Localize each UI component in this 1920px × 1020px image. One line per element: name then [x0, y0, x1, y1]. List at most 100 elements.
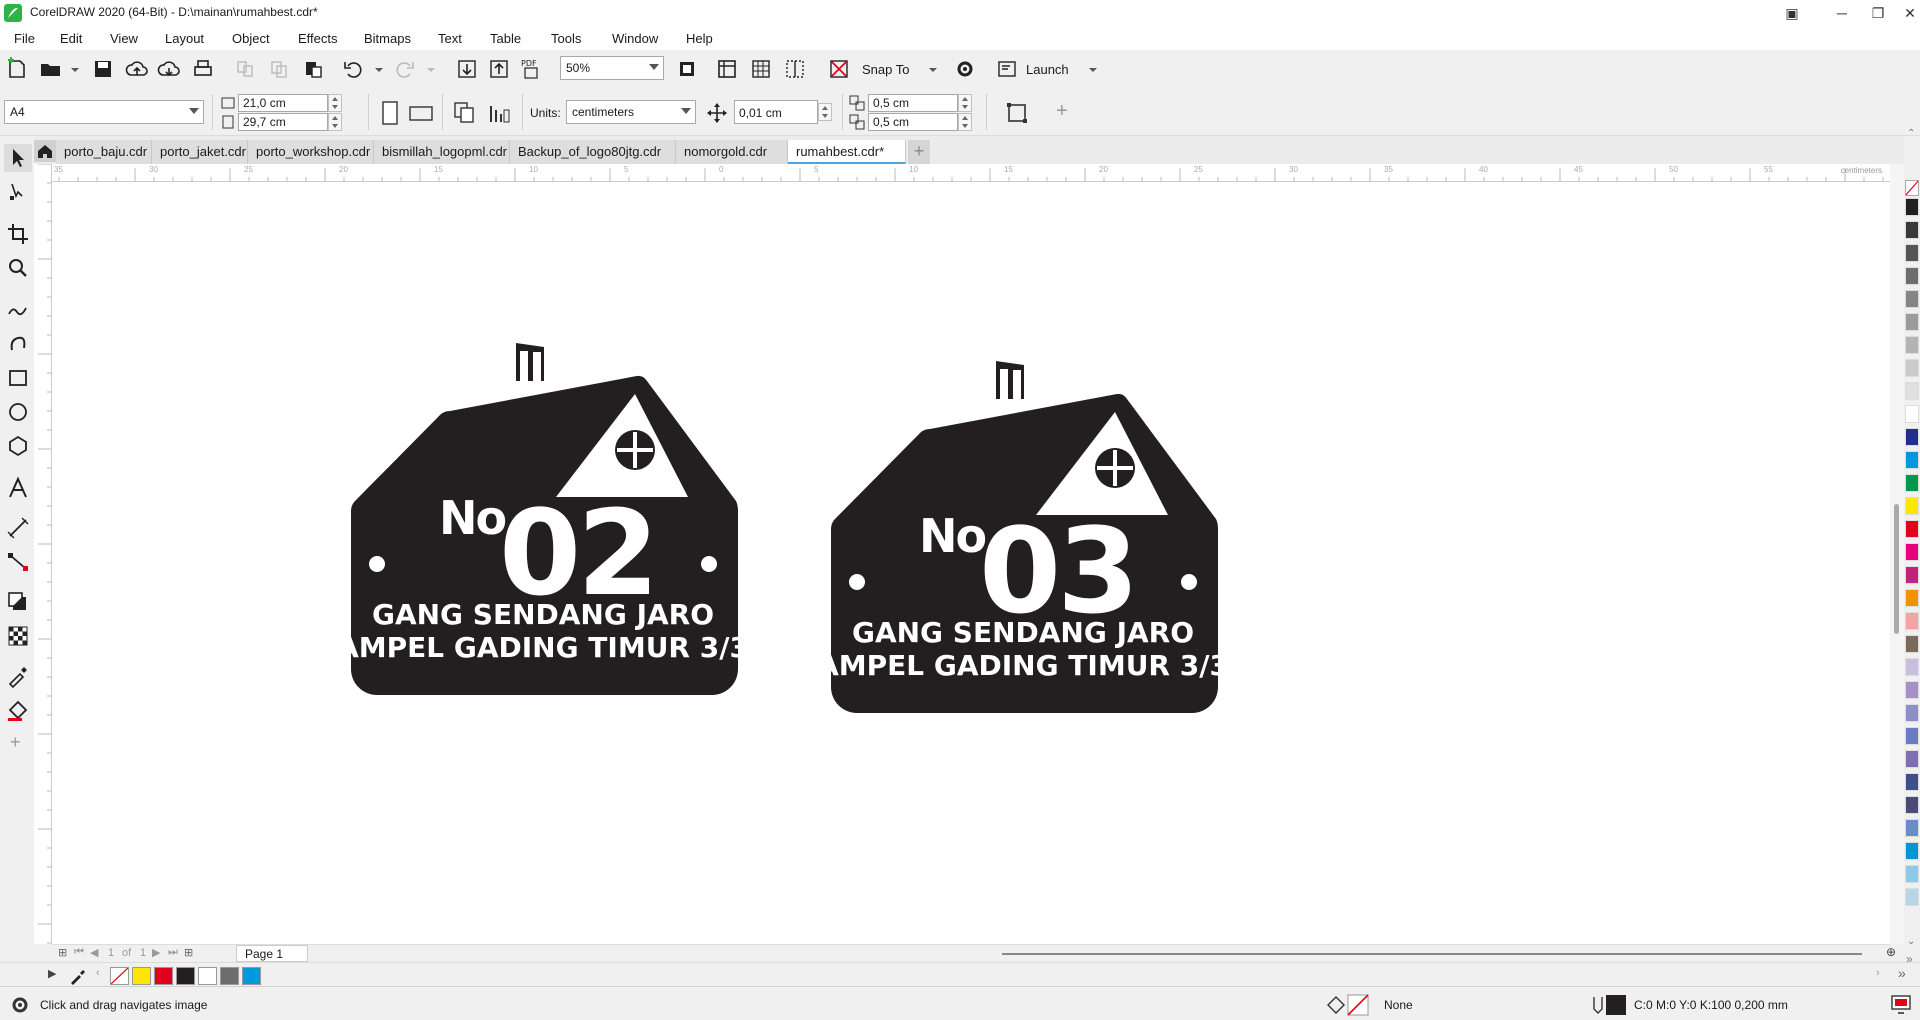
- close-button[interactable]: ✕: [1898, 3, 1920, 23]
- snap-off-icon[interactable]: [826, 56, 852, 82]
- outline-indicator-icon[interactable]: [1588, 993, 1628, 1017]
- text-tool-icon[interactable]: [4, 474, 32, 502]
- next-page-icon[interactable]: ▶: [152, 946, 160, 959]
- color-swatch[interactable]: [1905, 589, 1919, 607]
- rectangle-tool-icon[interactable]: [4, 364, 32, 392]
- minimize-button[interactable]: ─: [1830, 3, 1854, 23]
- treat-as-filled-icon[interactable]: [1004, 100, 1030, 126]
- monitor-icon[interactable]: [1890, 993, 1912, 1015]
- duplicate-x-spinner[interactable]: [958, 94, 972, 112]
- color-swatch[interactable]: [1905, 865, 1919, 883]
- menu-window[interactable]: Window: [612, 31, 658, 46]
- tab-porto-jaket[interactable]: porto_jaket.cdr: [152, 140, 248, 164]
- vertical-scrollbar[interactable]: [1890, 164, 1904, 944]
- color-swatch[interactable]: [1905, 474, 1919, 492]
- show-guidelines-icon[interactable]: [782, 56, 808, 82]
- no-color-swatch[interactable]: [1905, 180, 1919, 196]
- color-swatch[interactable]: [1905, 796, 1919, 814]
- palette-scroll-right-icon[interactable]: ›: [1876, 967, 1880, 979]
- help-window-icon[interactable]: ▣: [1780, 3, 1804, 23]
- export-icon[interactable]: [486, 56, 512, 82]
- document-color-swatch[interactable]: [132, 967, 151, 985]
- dimension-tool-icon[interactable]: [4, 514, 32, 542]
- page-width-field[interactable]: 21,0 cm: [238, 94, 328, 112]
- color-swatch[interactable]: [1905, 750, 1919, 768]
- menu-text[interactable]: Text: [438, 31, 462, 46]
- color-swatch[interactable]: [1905, 405, 1919, 423]
- tab-bismillah-logopml[interactable]: bismillah_logopml.cdr: [374, 140, 510, 164]
- home-icon[interactable]: [34, 140, 56, 162]
- color-swatch[interactable]: [1905, 566, 1919, 584]
- palette-scroll-left-icon[interactable]: ‹: [96, 967, 100, 979]
- add-page-after-icon[interactable]: ⊞: [184, 946, 193, 959]
- color-swatch[interactable]: [1905, 497, 1919, 515]
- menu-tools[interactable]: Tools: [551, 31, 581, 46]
- house-plate[interactable]: No. 03 GANG SENDANG JARO AMPEL GADING TI…: [817, 361, 1229, 713]
- crop-tool-icon[interactable]: [4, 220, 32, 248]
- color-swatch[interactable]: [1905, 267, 1919, 285]
- zoom-navigator-icon[interactable]: ⊕: [1886, 945, 1896, 959]
- units-combo[interactable]: centimeters: [566, 100, 696, 124]
- zoom-tool-icon[interactable]: [4, 254, 32, 282]
- interactive-fill-tool-icon[interactable]: [4, 696, 32, 724]
- document-color-swatch[interactable]: [176, 967, 195, 985]
- launch-dropdown-icon[interactable]: [1080, 56, 1097, 82]
- eyedropper-tool-icon[interactable]: [4, 662, 32, 690]
- prev-page-icon[interactable]: ◀: [90, 946, 98, 959]
- all-pages-icon[interactable]: [452, 100, 478, 126]
- undo-dropdown-icon[interactable]: [366, 56, 383, 82]
- connector-tool-icon[interactable]: [4, 548, 32, 576]
- menu-effects[interactable]: Effects: [298, 31, 338, 46]
- drawing-canvas[interactable]: No. 02 GANG SENDANG JARO AMPEL GADING TI…: [52, 182, 1890, 944]
- full-screen-icon[interactable]: [674, 56, 700, 82]
- house-plate[interactable]: No. 02 GANG SENDANG JARO AMPEL GADING TI…: [337, 343, 749, 695]
- palette-down-icon[interactable]: ⌄: [1907, 936, 1915, 947]
- save-icon[interactable]: [90, 56, 116, 82]
- color-swatch[interactable]: [1905, 612, 1919, 630]
- add-page-before-icon[interactable]: ⊞: [58, 946, 67, 959]
- add-tool-icon[interactable]: +: [10, 732, 21, 753]
- document-palette-arrow-icon[interactable]: ▶: [48, 967, 56, 980]
- color-swatch[interactable]: [1905, 221, 1919, 239]
- menu-layout[interactable]: Layout: [165, 31, 204, 46]
- paste-icon[interactable]: [300, 56, 326, 82]
- palette-up-icon[interactable]: ⌃: [1907, 128, 1915, 139]
- page-height-spinner[interactable]: [328, 113, 342, 131]
- tab-nomorgold[interactable]: nomorgold.cdr: [676, 140, 788, 164]
- document-color-swatch[interactable]: [242, 967, 261, 985]
- color-swatch[interactable]: [1905, 635, 1919, 653]
- page-height-field[interactable]: 29,7 cm: [238, 113, 328, 131]
- ellipse-tool-icon[interactable]: [4, 398, 32, 426]
- menu-table[interactable]: Table: [490, 31, 521, 46]
- color-swatch[interactable]: [1905, 198, 1919, 216]
- document-color-swatch[interactable]: [220, 967, 239, 985]
- import-icon[interactable]: [454, 56, 480, 82]
- color-swatch[interactable]: [1905, 451, 1919, 469]
- open-folder-icon[interactable]: [38, 56, 64, 82]
- freehand-tool-icon[interactable]: [4, 296, 32, 324]
- tab-porto-workshop[interactable]: porto_workshop.cdr: [248, 140, 374, 164]
- menu-edit[interactable]: Edit: [60, 31, 82, 46]
- current-page-icon[interactable]: [486, 100, 512, 126]
- color-swatch[interactable]: [1905, 819, 1919, 837]
- scroll-thumb[interactable]: [1894, 504, 1899, 634]
- color-swatch[interactable]: [1905, 336, 1919, 354]
- menu-help[interactable]: Help: [686, 31, 713, 46]
- menu-object[interactable]: Object: [232, 31, 270, 46]
- color-swatch[interactable]: [1905, 842, 1919, 860]
- new-tab-icon[interactable]: +: [908, 140, 930, 164]
- cloud-upload-icon[interactable]: [124, 56, 150, 82]
- snap-to-dropdown-icon[interactable]: [920, 56, 937, 82]
- artistic-media-tool-icon[interactable]: [4, 330, 32, 358]
- launch-button[interactable]: Launch: [1026, 62, 1069, 77]
- nudge-spinner[interactable]: [818, 103, 832, 121]
- color-swatch[interactable]: [1905, 773, 1919, 791]
- undo-icon[interactable]: [340, 56, 366, 82]
- eyedropper-icon[interactable]: [68, 967, 88, 985]
- tab-porto-baju[interactable]: porto_baju.cdr: [56, 140, 152, 164]
- shape-tool-icon[interactable]: [4, 178, 32, 206]
- color-swatch[interactable]: [1905, 681, 1919, 699]
- color-swatch[interactable]: [1905, 290, 1919, 308]
- add-icon[interactable]: +: [1056, 100, 1068, 123]
- last-page-icon[interactable]: ⏭: [168, 946, 178, 959]
